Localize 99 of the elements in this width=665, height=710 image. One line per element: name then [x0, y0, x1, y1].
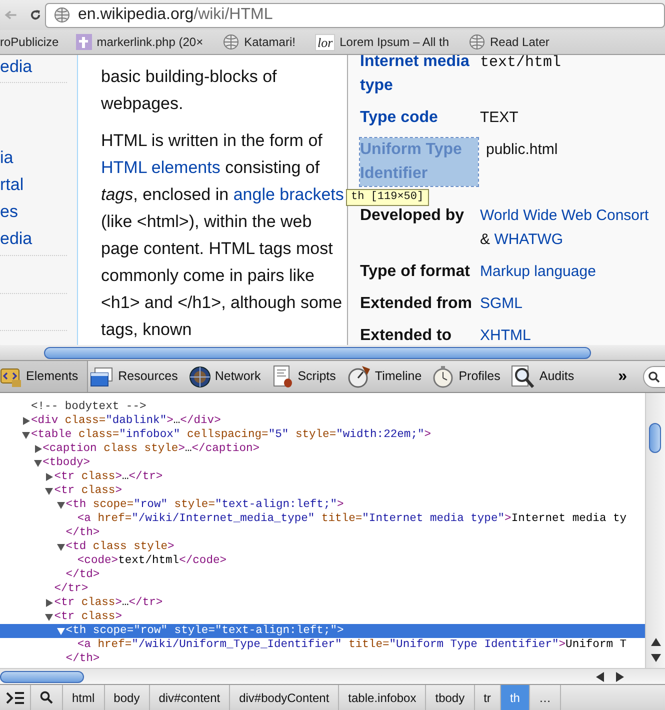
dom-node-text: <tr class> [54, 485, 122, 497]
dom-node-text: <a href="/wiki/Uniform_Type_Identifier" title="Uniform Type Identifier">Uniform T [77, 639, 627, 651]
panel-tab[interactable]: Network [186, 361, 270, 392]
infobox-link[interactable]: XHTML [480, 327, 531, 344]
panel-tab[interactable]: Audits [509, 361, 584, 392]
expand-arrow-icon[interactable] [22, 417, 30, 425]
globe-icon [223, 34, 240, 50]
bookmark-link[interactable]: markerlink.php (20× [96, 33, 204, 51]
dom-node-text: <tbody> [42, 457, 90, 469]
search-icon[interactable] [40, 691, 53, 704]
dom-node-text: <code>text/html</code> [77, 555, 227, 567]
sidebar-link[interactable]: es [0, 198, 77, 225]
dom-node-text: </th> [66, 527, 100, 539]
infobox-label: Type of format [360, 262, 471, 282]
infobox-link[interactable]: WHATWG [494, 231, 564, 248]
console-icon[interactable] [6, 692, 24, 704]
stopwatch-icon [432, 364, 455, 388]
infobox-label: Developed by [360, 206, 466, 226]
breadcrumb[interactable]: body [104, 685, 150, 710]
breadcrumb[interactable]: div#content [150, 685, 230, 710]
breadcrumb[interactable]: tbody [426, 685, 475, 710]
collapse-arrow-icon[interactable] [56, 543, 65, 551]
dom-node-text: <tr class> [54, 611, 122, 623]
dom-node-text: <td class style> [66, 541, 174, 553]
address-field[interactable]: en.wikipedia.org/wiki/HTML [45, 2, 665, 28]
collapse-arrow-icon[interactable] [56, 501, 65, 509]
breadcrumb[interactable]: … [530, 685, 561, 710]
infobox-link[interactable]: World Wide Web Consort [480, 207, 649, 224]
sidebar-link[interactable]: edia [0, 55, 77, 80]
magnifier-icon [511, 364, 536, 388]
collapse-arrow-icon[interactable] [45, 487, 54, 495]
infobox-link[interactable]: SGML [480, 295, 523, 312]
collapse-arrow-icon[interactable] [22, 431, 30, 439]
infobox-link[interactable]: Markup language [480, 263, 596, 280]
scrollbar-thumb[interactable] [0, 670, 84, 682]
more-tabs-button[interactable]: » [618, 364, 627, 388]
expand-arrow-icon[interactable] [34, 445, 42, 453]
breadcrumb[interactable]: html [63, 685, 105, 710]
dom-node-text: </th> [66, 653, 100, 665]
article-paragraph: basic building-blocks of webpages. [101, 66, 278, 115]
infobox-value: public.html [486, 141, 558, 158]
infobox-value: & [480, 231, 492, 248]
url-text: en.wikipedia.org/wiki/HTML [78, 5, 273, 25]
infobox-value: TEXT [480, 109, 518, 126]
collapse-arrow-icon[interactable] [45, 613, 54, 621]
splitter-handle[interactable] [44, 346, 591, 358]
panel-tab[interactable]: Resources [88, 361, 187, 392]
globe-icon [469, 34, 486, 50]
scroll-up-icon[interactable] [651, 638, 661, 646]
bookmark-link[interactable]: roPublicize [0, 33, 59, 51]
search-icon [648, 370, 660, 382]
article-paragraph: HTML is written in the form of HTML elements consisting of tags, enclosed in angle brackets (like <html>), within the web page content. HTML tags most commonly come in pairs like <h1> and </h1>, although some tags, known [101, 130, 345, 341]
image-icon [76, 34, 92, 50]
collapse-arrow-icon[interactable] [34, 459, 42, 467]
search-field[interactable] [643, 366, 665, 388]
dom-node-text: <th scope="row" style="text-align:left;"> [66, 625, 344, 637]
sidebar-link[interactable]: ia [0, 144, 77, 171]
expand-arrow-icon[interactable] [45, 473, 54, 481]
window-icon [90, 366, 114, 388]
site-icon: lor [315, 34, 335, 50]
bookmark-link[interactable]: Read Later [490, 33, 550, 51]
dom-node-text: <table class="infobox" cellspacing="5" style="width:22em;"> [31, 429, 432, 441]
panel-tab[interactable]: Scripts [270, 361, 345, 392]
sidebar-link[interactable]: rtal [0, 171, 77, 198]
dom-node-text: <div class="dablink">…</div> [31, 415, 221, 427]
article-link[interactable]: angle brackets [233, 185, 344, 204]
expand-arrow-icon[interactable] [45, 599, 54, 607]
infobox-label: Extended from [360, 294, 474, 314]
scroll-left-icon[interactable] [596, 672, 604, 682]
bookmark-link[interactable]: Lorem Ipsum – All th [340, 33, 450, 51]
scroll-right-icon[interactable] [616, 672, 624, 682]
bookmark-link[interactable]: Katamari! [244, 33, 296, 51]
sidebar-link[interactable]: edia [0, 225, 77, 252]
infobox-label-link[interactable]: Type code [360, 106, 480, 130]
dom-node-text: <a href="/wiki/Internet_media_type" title="Internet media type">Internet media ty [77, 513, 627, 525]
globe-icon [54, 7, 70, 23]
globe-icon [188, 366, 211, 388]
dom-node-text: <tr class>…</tr> [54, 471, 163, 483]
dom-node-text: <!-- bodytext --> [31, 401, 146, 413]
document-icon [272, 364, 294, 388]
scrollbar-thumb[interactable] [649, 423, 661, 453]
panel-tab[interactable]: Profiles [430, 361, 510, 392]
infobox-label: Extended to [360, 326, 453, 345]
article-link[interactable]: HTML elements [101, 158, 220, 177]
breadcrumb[interactable]: div#bodyContent [230, 685, 340, 710]
code-icon [0, 366, 22, 388]
dom-node-text: <tr class>…</tr> [54, 597, 163, 609]
collapse-arrow-icon[interactable] [56, 627, 65, 635]
dom-node-text: </tr> [54, 583, 88, 595]
panel-tab[interactable]: Elements [0, 361, 88, 392]
breadcrumb[interactable]: table.infobox [339, 685, 426, 710]
dom-node-text: </td> [66, 569, 100, 581]
infobox-value: text/html [480, 55, 562, 71]
dom-node-text: <caption class style>…</caption> [42, 443, 260, 455]
scroll-down-icon[interactable] [651, 654, 661, 662]
stopwatch-icon [346, 364, 371, 388]
dom-node-text: <th scope="row" style="text-align:left;"> [66, 499, 344, 511]
element-tooltip: th [119×50] [346, 189, 429, 206]
panel-tab[interactable]: Timeline [344, 361, 431, 392]
